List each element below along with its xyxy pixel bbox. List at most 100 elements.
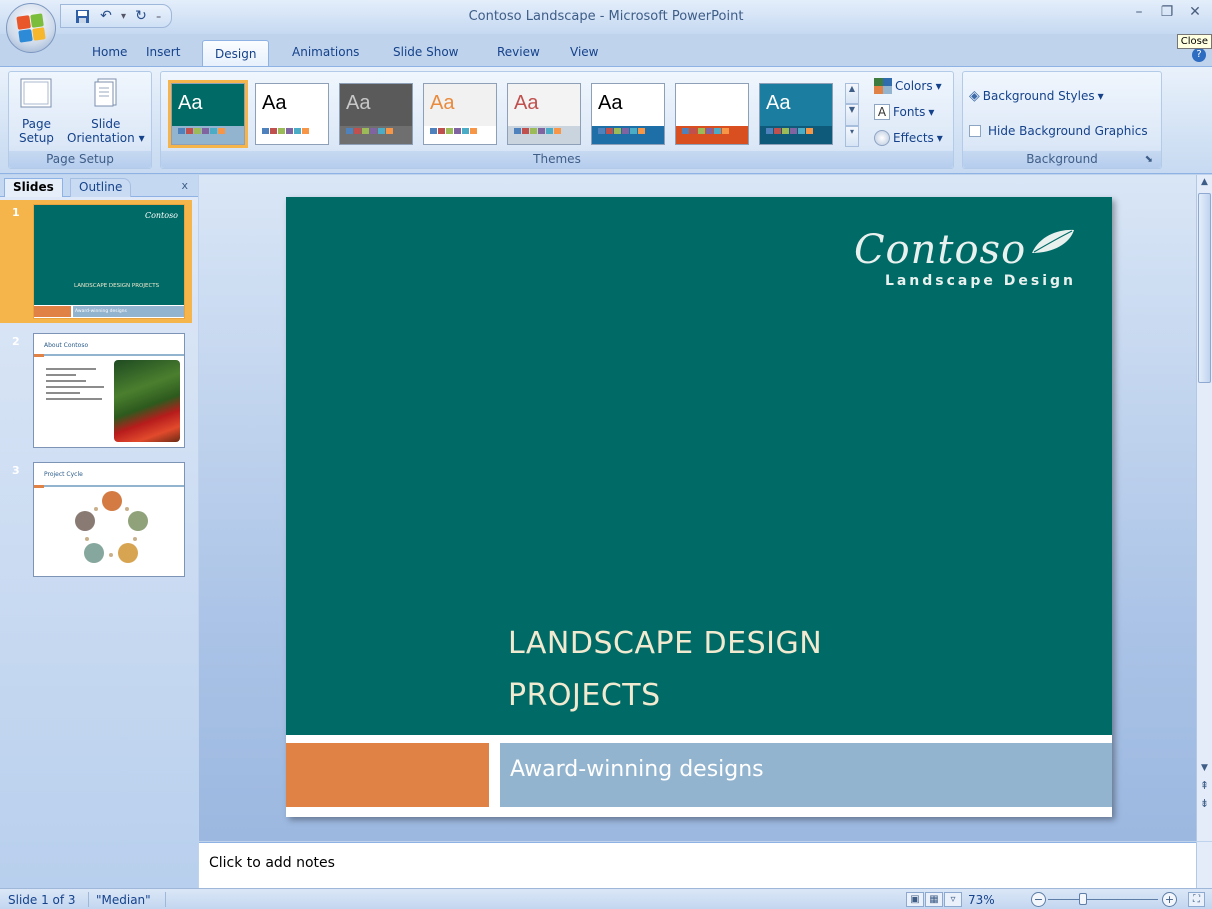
slides-pane: Slides Outline x 1 Contoso LANDSCAPE DES… — [0, 175, 198, 888]
theme-7[interactable]: Aa — [675, 83, 749, 145]
tab-slide-show[interactable]: Slide Show — [393, 45, 458, 59]
page-setup-button[interactable]: Page Setup — [19, 78, 54, 145]
minimize-icon[interactable]: – — [1132, 4, 1146, 20]
tab-animations[interactable]: Animations — [292, 45, 359, 59]
theme-4[interactable]: Aa — [423, 83, 497, 145]
gallery-up-icon[interactable]: ▲ — [845, 83, 859, 105]
slide-thumbnail-2[interactable]: 2 About Contoso — [0, 329, 190, 449]
close-tooltip: Close — [1176, 34, 1212, 49]
page-setup-group: Page Setup Slide Orientation ▾ Page Setu… — [8, 71, 152, 169]
tab-design[interactable]: Design — [202, 40, 270, 68]
help-icon[interactable]: ? — [1192, 48, 1206, 62]
notes-pane[interactable]: Click to add notes — [199, 842, 1196, 888]
background-group: ◈ Background Styles ▾ Hide Background Gra… — [962, 71, 1162, 169]
theme-sample-text: Aa — [430, 92, 455, 114]
scrollbar-thumb[interactable] — [1198, 193, 1211, 383]
office-button[interactable] — [6, 3, 56, 53]
slide-2-bullets — [46, 364, 108, 404]
tab-view[interactable]: View — [570, 45, 598, 59]
scroll-up-icon[interactable]: ▲ — [1197, 177, 1212, 187]
ribbon-tabs: Home Insert Design Animations Slide Show… — [0, 34, 1212, 68]
notes-placeholder: Click to add notes — [209, 855, 335, 871]
close-icon[interactable]: ✕ — [1188, 4, 1202, 20]
theme-sample-text: Aa — [514, 92, 539, 114]
notes-scrollbar[interactable] — [1196, 842, 1212, 888]
dialog-launcher-icon[interactable]: ⬊ — [1145, 151, 1153, 168]
title-bar: ↶ ▾ ↻ ₌ Contoso Landscape - Microsoft Po… — [0, 0, 1212, 34]
zoom-out-icon[interactable]: − — [1031, 892, 1046, 907]
zoom-in-icon[interactable]: + — [1162, 892, 1177, 907]
contoso-logo: Contoso Landscape Design — [853, 227, 1076, 289]
fonts-button[interactable]: A Fonts ▾ — [874, 104, 934, 120]
colors-button[interactable]: Colors ▾ — [874, 78, 942, 94]
background-styles-icon: ◈ — [969, 88, 980, 104]
orange-accent-block — [286, 743, 489, 807]
effects-icon — [874, 130, 890, 146]
zoom-level[interactable]: 73% — [968, 893, 995, 907]
themes-group-label: Themes — [161, 151, 953, 168]
theme-sample-text: Aa — [682, 92, 707, 114]
normal-view-icon[interactable]: ▣ — [906, 892, 924, 907]
theme-8[interactable]: Aa — [759, 83, 833, 145]
leaf-icon — [1032, 229, 1074, 253]
theme-2[interactable]: Aa — [255, 83, 329, 145]
theme-sample-text: Aa — [598, 92, 623, 114]
theme-sample-text: Aa — [766, 92, 791, 114]
tab-slides[interactable]: Slides — [4, 178, 63, 197]
restore-icon[interactable]: ❐ — [1160, 4, 1174, 20]
theme-6[interactable]: Aa — [591, 83, 665, 145]
orientation-dropdown-icon: ▾ — [134, 131, 145, 145]
pane-tabs: Slides Outline x — [0, 175, 198, 197]
status-bar: Slide 1 of 3 "Median" ▣ ▦ ▿ 73% − + ⛶ — [0, 888, 1212, 909]
window-controls: – ❐ ✕ — [1132, 4, 1212, 20]
slide-title[interactable]: LANDSCAPE DESIGN PROJECTS — [508, 618, 822, 722]
page-setup-group-label: Page Setup — [9, 151, 151, 168]
slide-thumbnail-1[interactable]: 1 Contoso LANDSCAPE DESIGN PROJECTS Awar… — [0, 200, 192, 323]
theme-1[interactable]: Aa — [168, 80, 248, 148]
theme-3[interactable]: Aa — [339, 83, 413, 145]
slide-orientation-button[interactable]: Slide Orientation ▾ — [67, 78, 145, 145]
fit-to-window-icon[interactable]: ⛶ — [1188, 892, 1205, 907]
tab-insert[interactable]: Insert — [146, 45, 180, 59]
previous-slide-icon[interactable]: ⇞ — [1197, 779, 1212, 792]
scroll-down-icon[interactable]: ▼ — [1197, 763, 1212, 773]
slide-3-preview: Project Cycle — [33, 462, 185, 577]
slide-2-garden-image — [114, 360, 180, 442]
current-slide[interactable]: Contoso Landscape Design LANDSCAPE DESIG… — [286, 197, 1112, 817]
next-slide-icon[interactable]: ⇟ — [1197, 797, 1212, 810]
vertical-scrollbar[interactable]: ▲ ▼ ⇞ ⇟ — [1196, 175, 1212, 841]
effects-button[interactable]: Effects ▾ — [874, 130, 943, 146]
hide-background-graphics[interactable]: Hide Background Graphics — [969, 124, 1148, 138]
slide-sorter-view-icon[interactable]: ▦ — [925, 892, 943, 907]
tab-review[interactable]: Review — [497, 45, 540, 59]
slide-thumbnail-3[interactable]: 3 Project Cycle — [0, 458, 190, 578]
slide-2-preview: About Contoso — [33, 333, 185, 448]
slide-footer-band: Award-winning designs — [286, 735, 1112, 817]
background-styles-button[interactable]: ◈ Background Styles ▾ — [969, 88, 1104, 104]
zoom-slider-knob[interactable] — [1079, 893, 1087, 905]
slide-subtitle[interactable]: Award-winning designs — [510, 757, 764, 782]
window-title: Contoso Landscape - Microsoft PowerPoint — [468, 9, 744, 24]
slide-1-preview: Contoso LANDSCAPE DESIGN PROJECTS Award-… — [33, 204, 185, 319]
gallery-more-icon[interactable]: ▾ — [845, 125, 859, 147]
gallery-down-icon[interactable]: ▼ — [845, 104, 859, 126]
tab-home[interactable]: Home — [92, 45, 127, 59]
tab-outline[interactable]: Outline — [70, 178, 132, 197]
zoom-slider[interactable] — [1048, 899, 1158, 900]
background-group-label: Background ⬊ — [963, 151, 1161, 168]
fonts-icon: A — [874, 104, 890, 120]
slide-count: Slide 1 of 3 — [8, 893, 76, 907]
slide-show-view-icon[interactable]: ▿ — [944, 892, 962, 907]
theme-name: "Median" — [96, 893, 151, 907]
theme-5[interactable]: Aa — [507, 83, 581, 145]
theme-sample-text: Aa — [346, 92, 371, 114]
colors-icon — [874, 78, 892, 94]
project-cycle-diagram — [75, 491, 148, 563]
themes-group: Aa Aa Aa Aa Aa Aa Aa Aa ▲ ▼ ▾ Colors ▾ A Fonts ▾ … — [160, 71, 954, 169]
pane-close-icon[interactable]: x — [181, 179, 188, 192]
ribbon: Page Setup Slide Orientation ▾ Page Setu… — [0, 66, 1212, 174]
subtitle-block: Award-winning designs — [500, 743, 1112, 807]
hide-background-checkbox[interactable] — [969, 125, 981, 137]
slides-list: 1 Contoso LANDSCAPE DESIGN PROJECTS Awar… — [0, 197, 198, 888]
themes-gallery-scroll: ▲ ▼ ▾ — [845, 83, 859, 147]
